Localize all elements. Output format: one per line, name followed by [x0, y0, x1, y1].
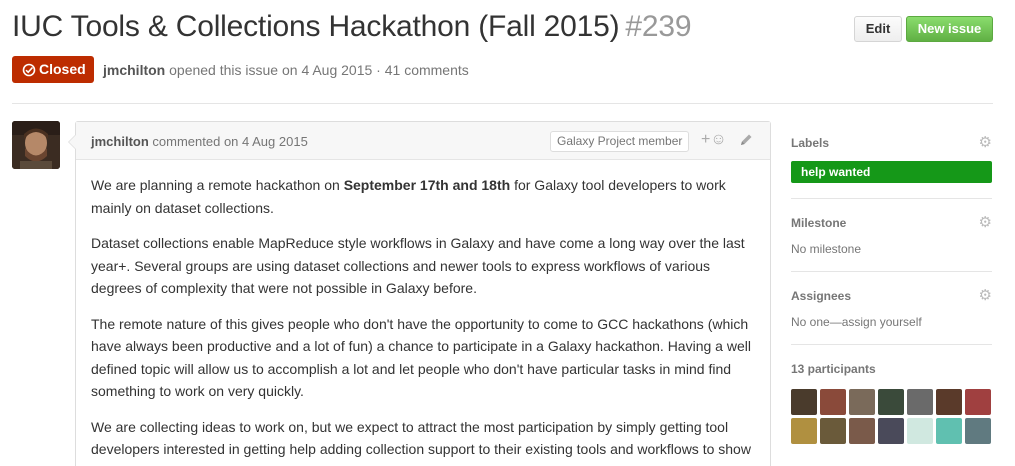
issue-sidebar: Labels ⚙ help wanted Milestone ⚙ No mile… [791, 121, 992, 465]
comment-meta: jmchilton commented on 4 Aug 2015 [91, 134, 308, 149]
participant-avatar[interactable] [878, 389, 904, 415]
milestone-section: Milestone ⚙ No milestone [791, 199, 992, 272]
participant-avatar[interactable] [878, 418, 904, 444]
labels-title: Labels [791, 136, 830, 150]
participant-avatar[interactable] [820, 418, 846, 444]
milestone-title: Milestone [791, 216, 847, 230]
status-label: Closed [39, 61, 86, 77]
paragraph-1-start: We are planning a remote hackathon on [91, 177, 344, 193]
participant-avatar[interactable] [791, 418, 817, 444]
milestone-gear-icon[interactable]: ⚙ [979, 213, 992, 231]
labels-section: Labels ⚙ help wanted [791, 121, 992, 199]
issue-meta: jmchilton opened this issue on 4 Aug 201… [103, 62, 469, 78]
author-photo [12, 121, 60, 169]
comment-body: We are planning a remote hackathon on Se… [76, 160, 770, 461]
issue-number: #239 [625, 10, 692, 43]
participant-avatar[interactable] [965, 418, 991, 444]
avatar[interactable] [12, 121, 60, 169]
issue-meta-text: opened this issue on 4 Aug 2015 · 41 com… [169, 62, 469, 78]
labels-gear-icon[interactable]: ⚙ [979, 133, 992, 151]
participant-avatar[interactable] [849, 389, 875, 415]
assignees-gear-icon[interactable]: ⚙ [979, 286, 992, 304]
paragraph-1: We are planning a remote hackathon on Se… [91, 174, 755, 219]
participant-avatars [791, 389, 991, 444]
issue-author-link[interactable]: jmchilton [103, 62, 165, 78]
assignees-section: Assignees ⚙ No one—assign yourself [791, 272, 992, 345]
assignees-value[interactable]: No one—assign yourself [791, 315, 922, 329]
add-reaction-icon[interactable]: +☺ [701, 131, 727, 149]
issue-title-text: IUC Tools & Collections Hackathon (Fall … [12, 10, 620, 43]
issue-closed-icon [22, 63, 36, 77]
participants-section: 13 participants [791, 345, 992, 465]
participant-avatar[interactable] [791, 389, 817, 415]
edit-button[interactable]: Edit [854, 16, 902, 42]
participants-title: 13 participants [791, 362, 876, 376]
participant-avatar[interactable] [965, 389, 991, 415]
paragraph-2: Dataset collections enable MapReduce sty… [91, 235, 745, 296]
paragraph-4: We are collecting ideas to work on, but … [91, 418, 751, 458]
hackathon-dates: September 17th and 18th [343, 177, 511, 193]
pencil-icon[interactable] [739, 133, 753, 147]
label-help-wanted[interactable]: help wanted [791, 161, 992, 183]
comment-header: jmchilton commented on 4 Aug 2015 Galaxy… [76, 122, 770, 160]
participant-avatar[interactable] [907, 418, 933, 444]
member-badge: Galaxy Project member [550, 131, 690, 152]
paragraph-3: The remote nature of this gives people w… [91, 315, 751, 400]
participant-avatar[interactable] [936, 389, 962, 415]
participant-avatar[interactable] [820, 389, 846, 415]
status-badge: Closed [12, 56, 94, 83]
comment-author-link[interactable]: jmchilton [91, 134, 149, 149]
participant-avatar[interactable] [936, 418, 962, 444]
milestone-value: No milestone [791, 242, 862, 256]
assignees-title: Assignees [791, 289, 852, 303]
comment-box: jmchilton commented on 4 Aug 2015 Galaxy… [68, 121, 771, 466]
comment-meta-text: commented on 4 Aug 2015 [152, 134, 308, 149]
issue-title: IUC Tools & Collections Hackathon (Fall … [12, 10, 692, 44]
participant-avatar[interactable] [849, 418, 875, 444]
issue-header: IUC Tools & Collections Hackathon (Fall … [12, 0, 993, 104]
new-issue-button[interactable]: New issue [906, 16, 993, 42]
participant-avatar[interactable] [907, 389, 933, 415]
